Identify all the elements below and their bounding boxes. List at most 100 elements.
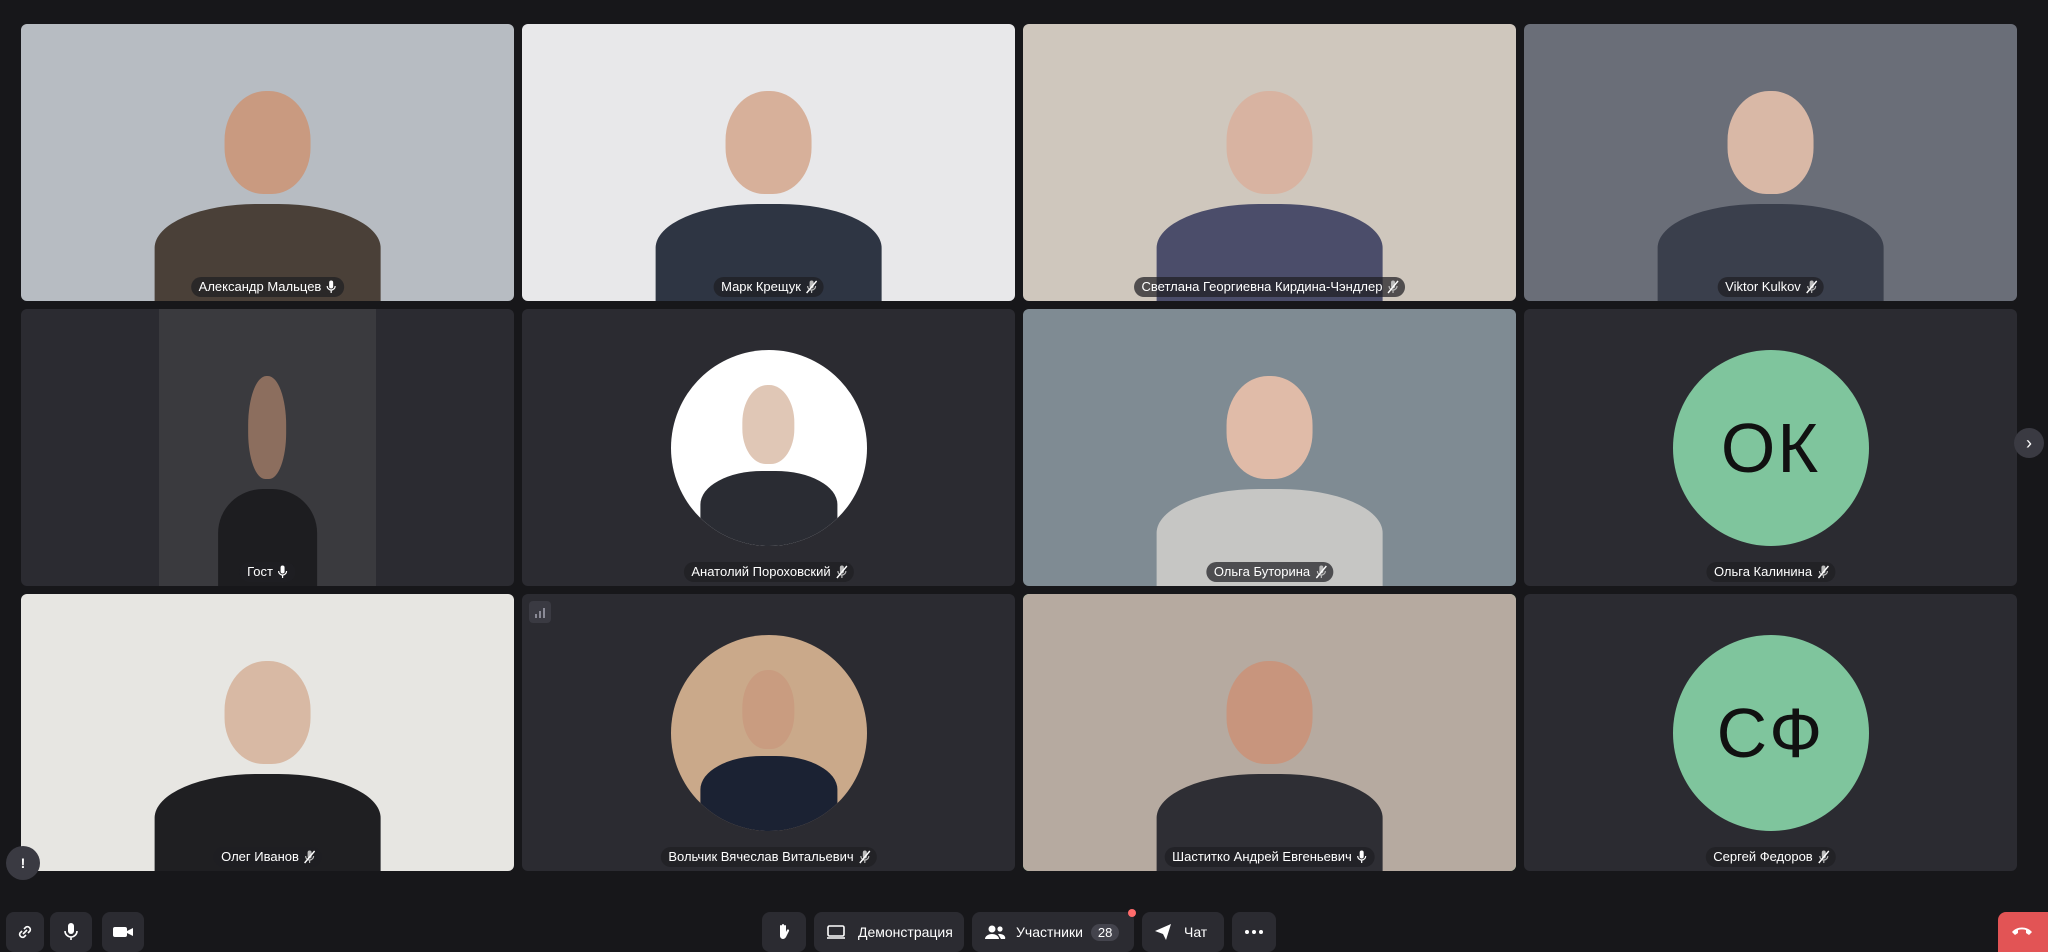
more-icon <box>1244 929 1264 935</box>
participant-nametag: Сергей Федоров <box>1705 847 1836 867</box>
microphone-muted-icon <box>806 280 818 294</box>
participant-tile[interactable]: Александр Мальцев <box>21 24 514 301</box>
participant-tile[interactable]: Вольчик Вячеслав Витальевич <box>522 594 1015 871</box>
raise-hand-icon <box>774 922 794 942</box>
more-options-button[interactable] <box>1232 912 1276 952</box>
participant-video <box>1524 24 2017 301</box>
participant-figure <box>699 644 838 831</box>
feedback-icon: ! <box>20 855 26 871</box>
microphone-icon <box>62 922 80 942</box>
participant-name: Viktor Kulkov <box>1725 279 1801 294</box>
microphone-muted-icon <box>304 850 316 864</box>
microphone-muted-icon <box>1817 565 1829 579</box>
participant-nametag: Viktor Kulkov <box>1717 277 1824 297</box>
participant-nametag: Олег Иванов <box>213 847 322 867</box>
camera-icon <box>112 924 134 940</box>
participant-name: Анатолий Пороховский <box>691 564 831 579</box>
participant-name: Александр Мальцев <box>198 279 322 294</box>
avatar <box>670 634 867 831</box>
participants-count: 28 <box>1090 923 1120 941</box>
participants-label: Участники <box>1016 924 1083 940</box>
participant-figure <box>1156 342 1383 586</box>
video-grid: Александр Мальцев Марк Крещук Светлана Гео… <box>21 24 2017 871</box>
notification-dot <box>1128 909 1136 917</box>
participant-figure <box>699 359 838 546</box>
participant-name: Олег Иванов <box>221 849 299 864</box>
participant-nametag: Александр Мальцев <box>190 277 345 297</box>
participant-nametag: Марк Крещук <box>713 277 824 297</box>
participant-tile[interactable]: Viktor Kulkov <box>1524 24 2017 301</box>
participant-name: Ольга Буторина <box>1213 564 1311 579</box>
avatar-initials: СФ <box>1672 634 1869 831</box>
participant-nametag: Шаститко Андрей Евгеньевич <box>1164 847 1375 867</box>
screen-share-label: Демонстрация <box>858 924 953 940</box>
participant-name: Гост <box>247 564 273 579</box>
participant-name: Ольга Калинина <box>1713 564 1813 579</box>
participants-button[interactable]: Участники 28 <box>972 909 1136 952</box>
participant-figure <box>154 57 381 301</box>
avatar <box>670 349 867 546</box>
participant-tile[interactable]: Олег Иванов <box>21 594 514 871</box>
participant-nametag: Ольга Буторина <box>1205 562 1334 582</box>
feedback-button[interactable]: ! <box>6 846 40 880</box>
participant-video <box>522 24 1015 301</box>
participant-figure <box>1657 57 1884 301</box>
next-page-button[interactable]: › <box>2014 428 2044 458</box>
participant-nametag: Гост <box>239 562 296 582</box>
participant-nametag: Вольчик Вячеслав Витальевич <box>660 847 877 867</box>
microphone-icon <box>326 280 336 294</box>
participant-video <box>21 24 514 301</box>
microphone-muted-icon <box>1806 280 1818 294</box>
participant-figure <box>1156 57 1383 301</box>
avatar-initials: ОК <box>1672 349 1869 546</box>
signal-strength-icon <box>529 601 551 623</box>
copy-link-button[interactable] <box>6 912 44 952</box>
camera-button[interactable] <box>102 912 144 952</box>
participant-video <box>21 594 514 871</box>
participant-name: Светлана Георгиевна Кирдина-Чэндлер <box>1141 279 1383 294</box>
microphone-icon <box>1357 850 1367 864</box>
participant-tile[interactable]: Марк Крещук <box>522 24 1015 301</box>
microphone-muted-icon <box>1315 565 1327 579</box>
screen-share-button[interactable]: Демонстрация <box>814 912 964 952</box>
microphone-icon <box>278 565 288 579</box>
participant-name: Марк Крещук <box>721 279 801 294</box>
chat-label: Чат <box>1184 924 1208 940</box>
participant-figure <box>1156 627 1383 871</box>
bottom-toolbar: Демонстрация Участники 28 Чат <box>0 909 2048 952</box>
participant-video <box>1023 594 1516 871</box>
participant-name: Сергей Федоров <box>1713 849 1813 864</box>
participant-tile[interactable]: Светлана Георгиевна Кирдина-Чэндлер <box>1023 24 1516 301</box>
participant-tile[interactable]: Гост <box>21 309 514 586</box>
participant-figure <box>154 627 381 871</box>
chat-button[interactable]: Чат <box>1142 912 1224 952</box>
participant-tile[interactable]: Ольга Буторина <box>1023 309 1516 586</box>
participant-name: Шаститко Андрей Евгеньевич <box>1172 849 1352 864</box>
raise-hand-button[interactable] <box>762 912 806 952</box>
link-icon <box>16 923 34 941</box>
microphone-muted-icon <box>859 850 871 864</box>
participant-nametag: Светлана Георгиевна Кирдина-Чэндлер <box>1133 277 1406 297</box>
participant-video <box>1023 24 1516 301</box>
microphone-muted-icon <box>836 565 848 579</box>
participants-icon <box>984 924 1006 940</box>
microphone-button[interactable] <box>50 912 92 952</box>
participant-tile[interactable]: СФ Сергей Федоров <box>1524 594 2017 871</box>
participant-figure <box>655 57 882 301</box>
participant-tile[interactable]: Анатолий Пороховский <box>522 309 1015 586</box>
participant-tile[interactable]: ОК Ольга Калинина <box>1524 309 2017 586</box>
participant-name: Вольчик Вячеслав Витальевич <box>668 849 854 864</box>
chat-icon <box>1154 923 1172 941</box>
participant-tile[interactable]: Шаститко Андрей Евгеньевич <box>1023 594 1516 871</box>
screen-share-icon <box>826 924 846 940</box>
chevron-right-icon: › <box>2026 432 2032 453</box>
participant-nametag: Анатолий Пороховский <box>683 562 854 582</box>
participant-video <box>159 309 376 586</box>
microphone-muted-icon <box>1387 280 1400 294</box>
participant-nametag: Ольга Калинина <box>1705 562 1836 582</box>
end-call-button[interactable] <box>1998 912 2048 952</box>
participant-video <box>1023 309 1516 586</box>
end-call-icon <box>2010 924 2034 943</box>
microphone-muted-icon <box>1818 850 1830 864</box>
participant-figure <box>217 342 318 586</box>
